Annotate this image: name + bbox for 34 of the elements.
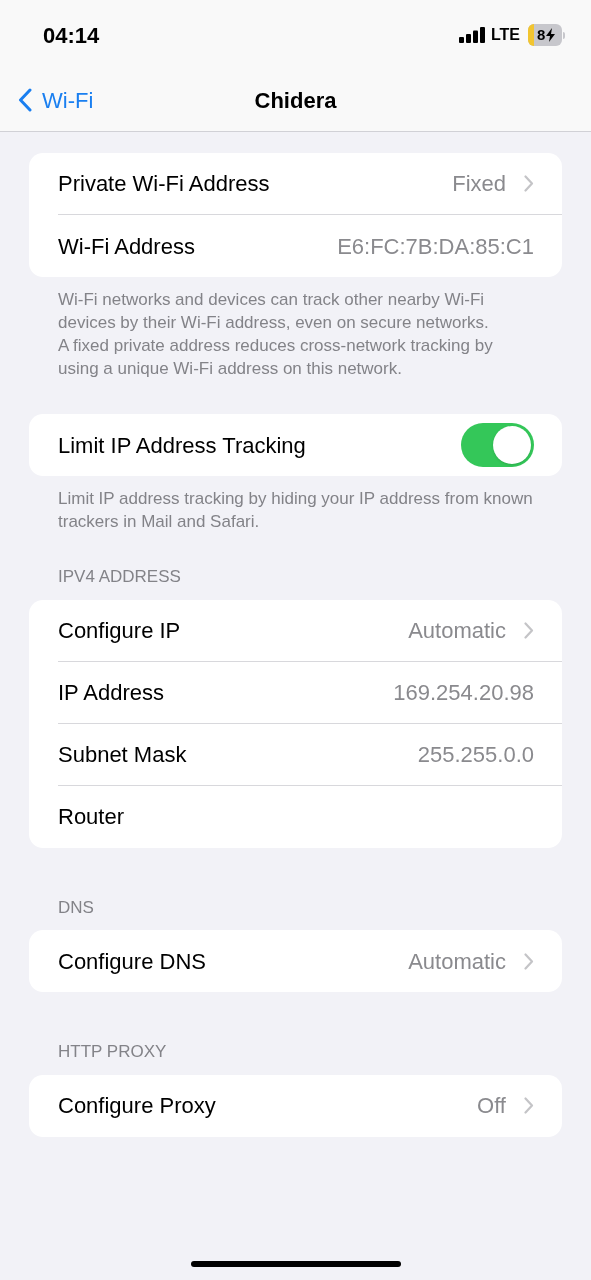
section-header: DNS [58,896,95,919]
row-label: Limit IP Address Tracking [58,431,306,460]
row-value[interactable]: Automatic [408,944,506,978]
row-value: 255.255.0.0 [417,740,534,769]
chevron-icon [524,621,534,639]
row-label: Wi-Fi Address [58,232,195,261]
section-header: HTTP PROXY [58,1041,168,1063]
footer-text: Limit IP address tracking by hiding your IP address from known trackers in Mail and Safari. [58,488,533,533]
row-label: Configure Proxy [58,1092,216,1120]
chevron-icon [524,1097,534,1114]
signal-icon [458,27,485,43]
row-value[interactable]: Automatic [408,613,506,647]
footer-text: A fixed private address reduces cross-network tracking by using a unique Wi-Fi address on this network. [58,335,494,380]
row-value[interactable]: Fixed [452,167,506,200]
row-label: Private Wi-Fi Address [58,170,270,198]
row-value: E6:FC:7B:DA:85:C1 [337,232,534,261]
back-chevron-icon [18,88,32,112]
network-label: LTE [490,25,520,45]
row-label: Router [58,803,125,831]
footer-text: Wi-Fi networks and devices can track other nearby Wi-Fi devices by their Wi-Fi address, even on secure networks. [58,289,490,334]
section-header: IPV4 ADDRESS [58,566,182,588]
nav-title: Chidera [254,86,337,115]
back-button[interactable]: Wi-Fi [18,83,94,117]
battery-icon: 8 [528,24,565,46]
row-label: Configure IP [58,616,181,645]
row-label: IP Address [58,678,164,707]
row-value: 169.254.20.98 [393,678,534,707]
chevron-icon [524,175,534,192]
chevron-icon [524,952,534,970]
row-value[interactable]: Off [477,1089,506,1122]
row-label: Configure DNS [58,947,206,976]
status-time: 04:14 [43,21,100,50]
row-label: Subnet Mask [58,740,187,769]
toggle-switch[interactable] [461,423,534,467]
